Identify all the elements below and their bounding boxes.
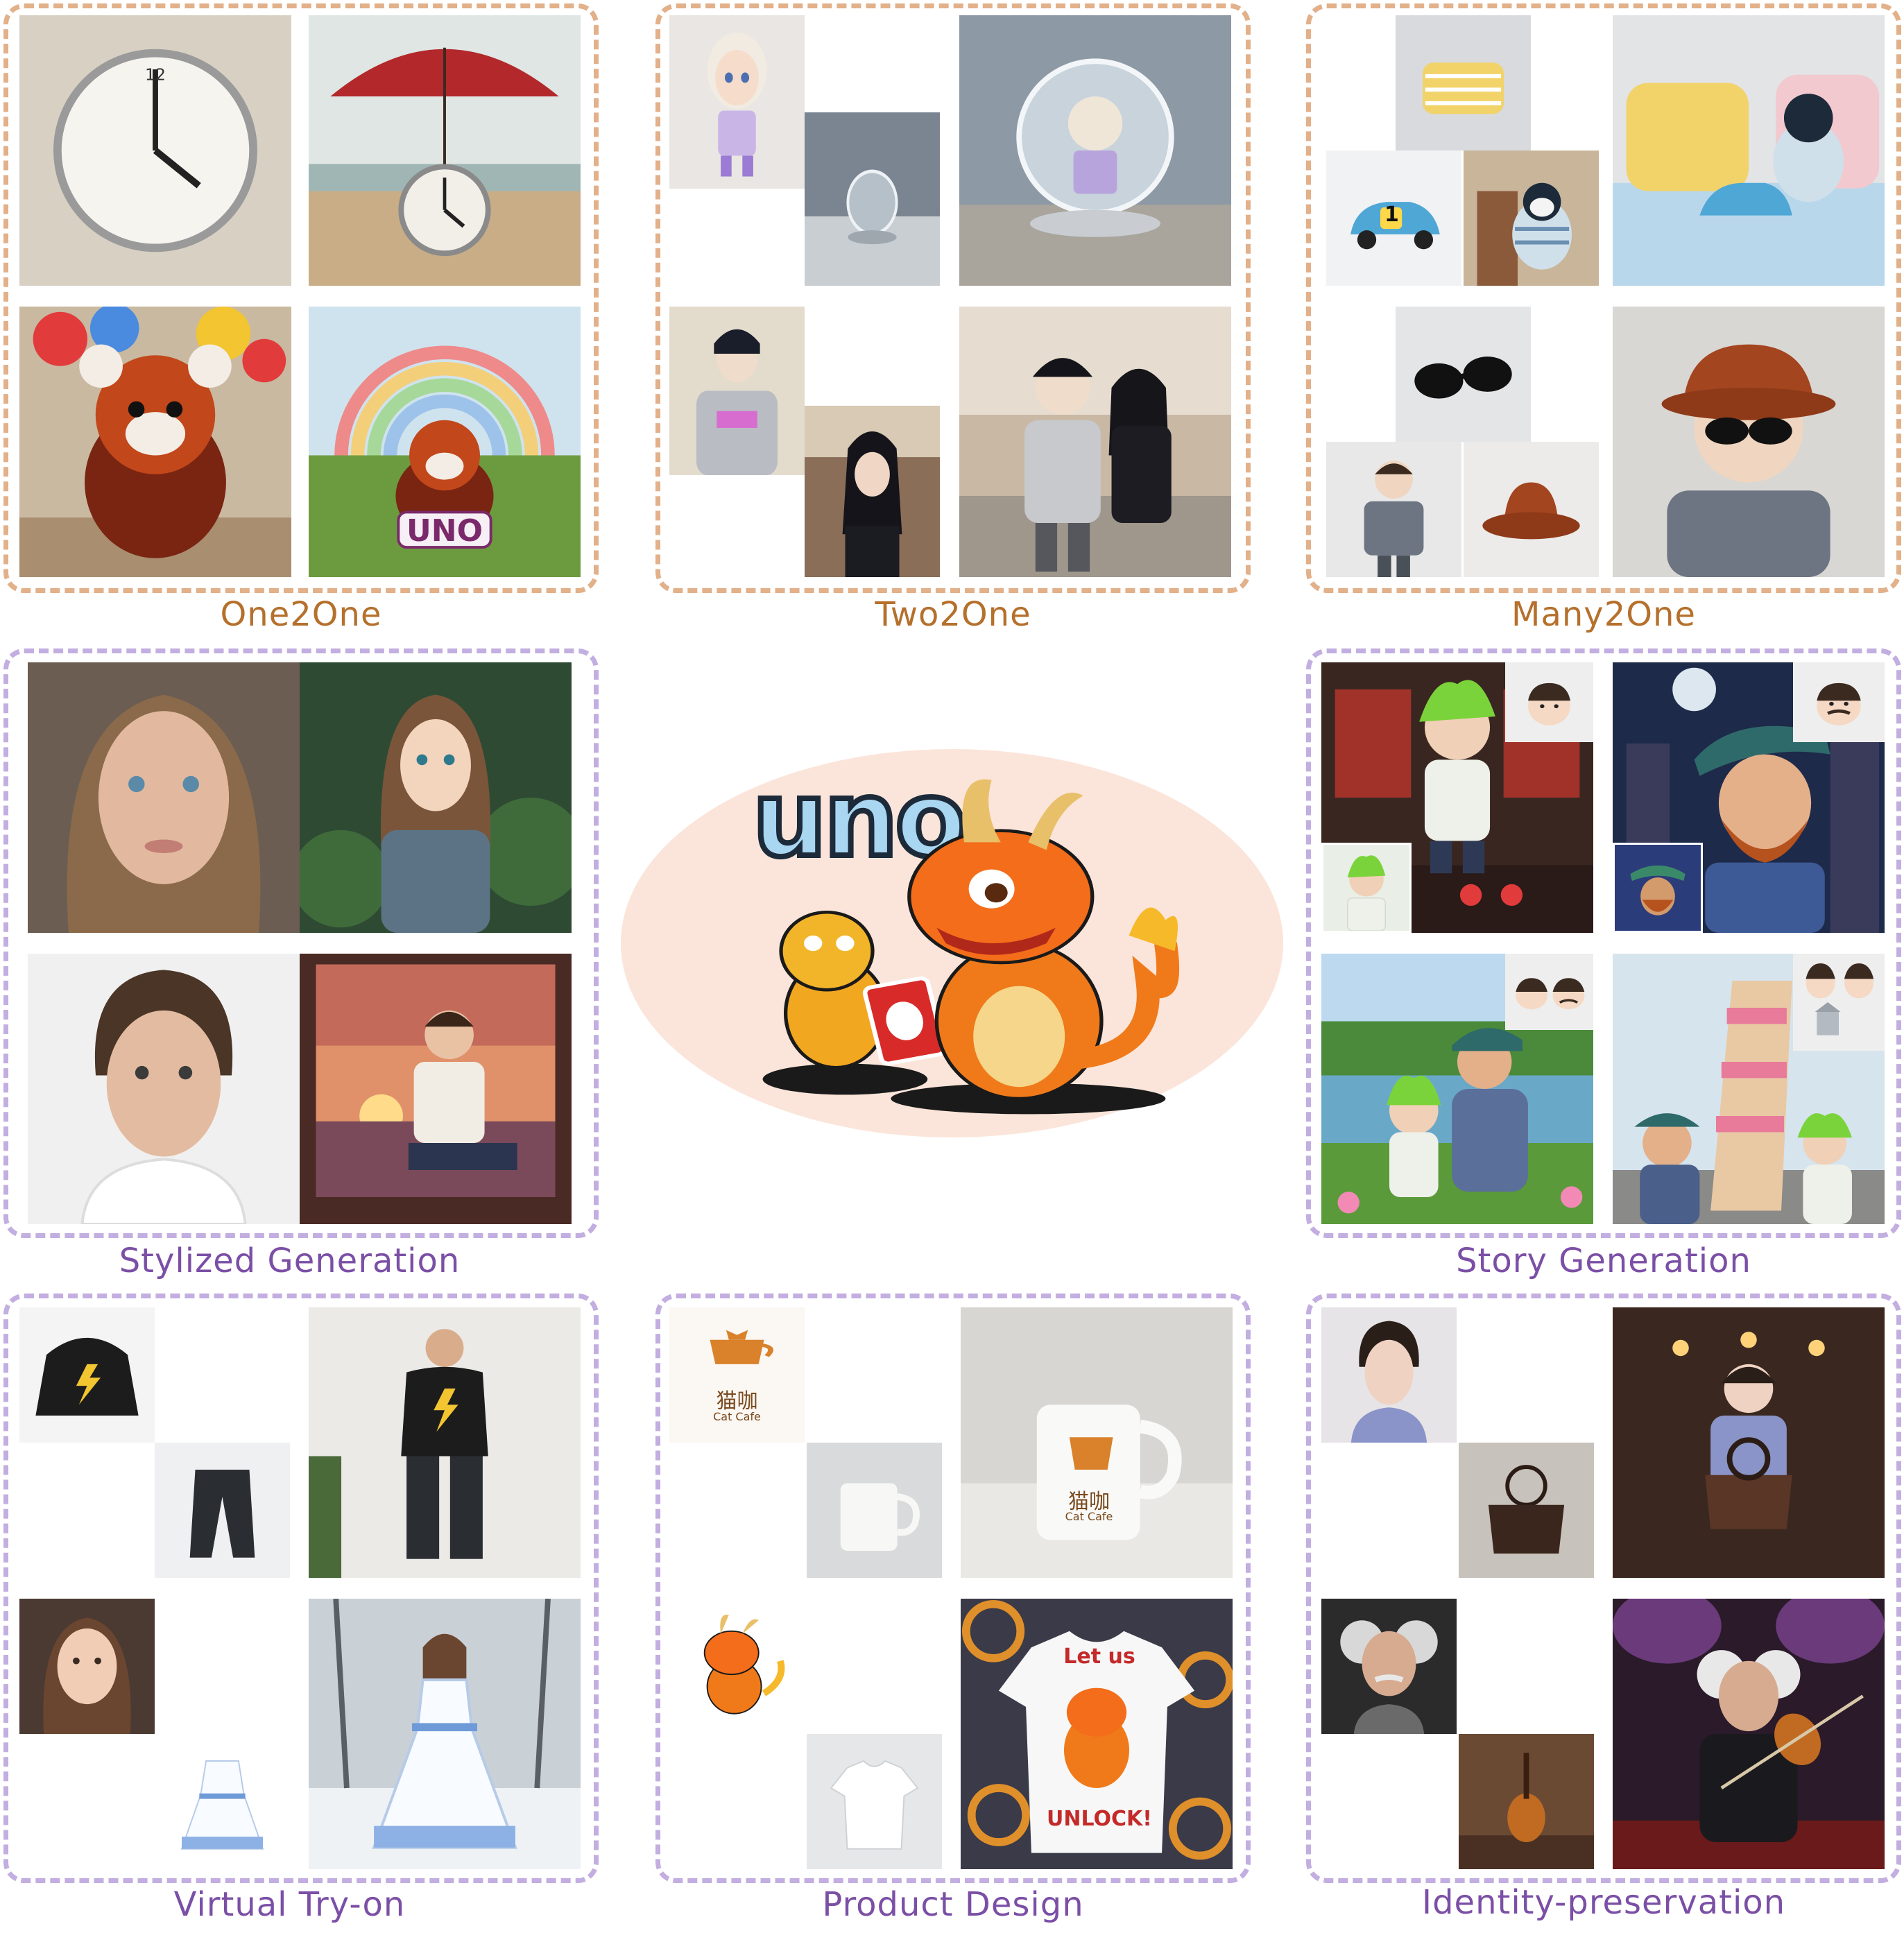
stylized-caption: Stylized Generation (119, 1241, 461, 1280)
doll-figure-image (669, 15, 805, 189)
man-face-emoji-icon (1793, 662, 1885, 742)
woman-anime-style-image (300, 662, 572, 933)
man-pipe-reference-image (1613, 843, 1703, 933)
woman-handbag-cafe-image (1613, 1307, 1885, 1578)
red-panda-plush-image (19, 307, 291, 577)
two-faces-landmark-emoji-icon (1793, 954, 1885, 1051)
woman-portrait-photo-image (28, 662, 300, 933)
many2one-caption: Many2One (1511, 595, 1696, 634)
cat-cafe-logo-image: 猫咖 Cat Cafe (669, 1307, 805, 1443)
umbrella-clock-beach-image (309, 15, 581, 286)
girl-portrait-image (19, 1599, 155, 1734)
anime-couple-street-image (959, 307, 1231, 577)
violin-image (1459, 1734, 1594, 1869)
wall-clock-image: 12 (19, 15, 291, 286)
bucket-hat-image (1464, 442, 1599, 577)
man-portrait-photo-image (28, 954, 300, 1224)
striped-pillow-image (1396, 15, 1531, 151)
black-pants-image (155, 1443, 290, 1578)
sunglasses-image (1396, 307, 1531, 442)
one2one-caption: One2One (220, 595, 382, 634)
identity-caption: Identity-preservation (1421, 1883, 1786, 1922)
story-caption: Story Generation (1456, 1241, 1751, 1280)
man-hoodie-outfit-image (309, 1307, 581, 1578)
girl-dress-snow-image (309, 1599, 581, 1869)
tshirt-bottom-text: UNLOCK! (1047, 1807, 1152, 1831)
product-caption: Product Design (822, 1885, 1084, 1924)
uno-sign-text: UNO (406, 513, 483, 549)
woman-vintage-portrait-image (1321, 1307, 1457, 1443)
blue-white-dress-image (155, 1734, 290, 1869)
leather-handbag-image (1459, 1443, 1594, 1578)
two-faces-emoji-icon (1505, 954, 1593, 1030)
green-hair-boy-reference-image (1321, 843, 1412, 933)
tryon-caption: Virtual Try-on (173, 1885, 406, 1924)
white-tshirt-image (807, 1734, 942, 1869)
svg-text:12: 12 (145, 65, 166, 85)
white-mug-image (807, 1443, 942, 1578)
red-panda-rainbow-image: UNO (309, 307, 581, 577)
dragon-sticker-image (669, 1599, 805, 1734)
two2one-caption: Two2One (875, 595, 1031, 634)
dragon-tshirt-image: Let us UNLOCK! (961, 1599, 1233, 1869)
boy-sunglasses-hat-image (1613, 307, 1885, 577)
einstein-violin-stage-image (1613, 1599, 1885, 1869)
cat-cafe-mug-image: 猫咖 Cat Cafe (961, 1307, 1233, 1578)
man-anime-sunset-image (300, 954, 572, 1224)
dragon-mascots-logo-image (735, 749, 1193, 1137)
crystal-ball-image (805, 112, 940, 286)
anime-girl-cafe-image (805, 406, 940, 577)
black-hoodie-image (19, 1307, 155, 1443)
einstein-portrait-image (1321, 1599, 1457, 1734)
boy-face-emoji-icon (1505, 662, 1593, 742)
car-number-text: 1 (1384, 203, 1399, 227)
mug-english-text: Cat Cafe (1065, 1510, 1113, 1523)
anime-boy-hoodie-image (669, 307, 805, 475)
bed-with-toys-image (1613, 15, 1885, 286)
penguin-plush-chair-image (1464, 151, 1599, 286)
toy-car-image: 1 (1326, 151, 1461, 286)
boy-grey-shirt-image (1326, 442, 1461, 577)
cat-cafe-english-text: Cat Cafe (713, 1410, 761, 1423)
tshirt-top-text: Let us (1063, 1644, 1135, 1669)
doll-in-crystal-ball-image (959, 15, 1231, 286)
